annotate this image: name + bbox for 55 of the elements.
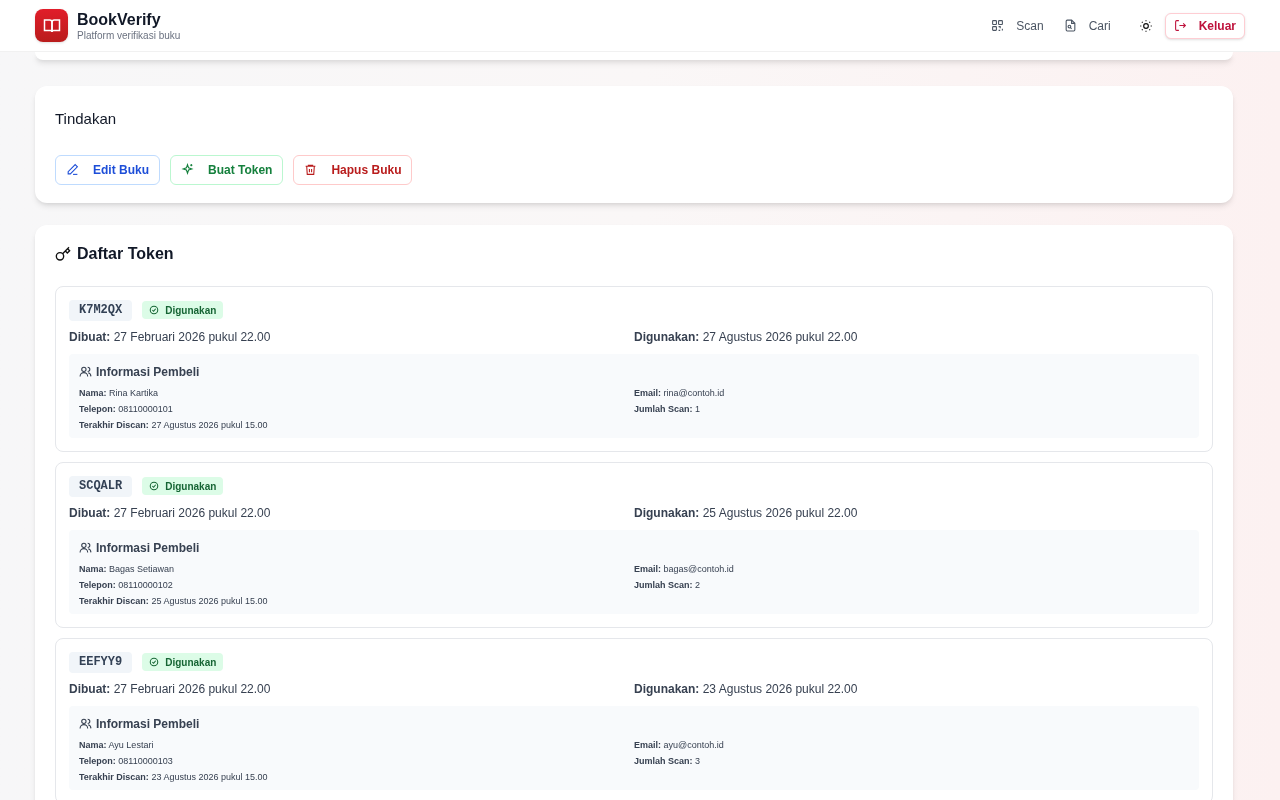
created-date: Dibuat: 27 Februari 2026 pukul 22.00 bbox=[69, 680, 272, 697]
buyer-field: Email: ayu@contoh.id bbox=[634, 738, 1189, 751]
used-date: Digunakan: 23 Agustus 2026 pukul 22.00 bbox=[634, 680, 859, 697]
app-name: BookVerify bbox=[77, 9, 162, 30]
edit-button[interactable]: Edit Buku bbox=[55, 154, 160, 185]
theme-toggle-icon[interactable] bbox=[1138, 18, 1153, 33]
users-icon bbox=[79, 541, 92, 554]
created-date: Dibuat: 27 Februari 2026 pukul 22.00 bbox=[69, 504, 272, 521]
nav-link[interactable]: Cari bbox=[1063, 16, 1111, 35]
buyer-field: Jumlah Scan: 2 bbox=[634, 578, 1189, 591]
status-badge: Digunakan bbox=[142, 301, 224, 319]
create-token-button[interactable]: Buat Token bbox=[170, 154, 284, 185]
buyer-field: Telepon: 08110000102 bbox=[79, 578, 634, 591]
buyer-field: Email: rina@contoh.id bbox=[634, 386, 1189, 399]
key-icon bbox=[55, 245, 71, 262]
app-tagline: Platform verifikasi buku bbox=[77, 29, 181, 42]
buyer-field: Nama: Ayu Lestari bbox=[79, 738, 634, 751]
buyer-field: Terakhir Discan: 23 Agustus 2026 pukul 15.00 bbox=[79, 770, 634, 783]
users-icon bbox=[79, 365, 92, 378]
check-circle-icon bbox=[149, 305, 160, 315]
check-circle-icon bbox=[149, 657, 160, 667]
token-code: K7M2QX bbox=[69, 299, 133, 321]
delete-button[interactable]: Hapus Buku bbox=[293, 154, 413, 185]
buyer-field: Email: bagas@contoh.id bbox=[634, 562, 1189, 575]
scan-icon bbox=[991, 19, 1005, 32]
pencil-icon bbox=[66, 163, 79, 176]
section-title: Daftar Token bbox=[77, 243, 174, 264]
status-badge: Digunakan bbox=[142, 653, 224, 671]
buyer-field: Telepon: 08110000101 bbox=[79, 402, 634, 415]
buyer-field: Terakhir Discan: 25 Agustus 2026 pukul 15.00 bbox=[79, 594, 634, 607]
logout-icon bbox=[1173, 19, 1187, 32]
panel-title: Informasi Pembeli bbox=[96, 715, 200, 733]
token-code: EEFYY9 bbox=[69, 651, 133, 673]
created-date: Dibuat: 27 Februari 2026 pukul 22.00 bbox=[69, 328, 272, 345]
users-icon bbox=[79, 717, 92, 730]
buyer-field: Nama: Bagas Setiawan bbox=[79, 562, 634, 575]
buyer-field: Nama: Rina Kartika bbox=[79, 386, 634, 399]
file-search-icon bbox=[1063, 19, 1077, 32]
logout-button[interactable]: Keluar bbox=[1164, 12, 1245, 39]
trash-icon bbox=[304, 163, 318, 176]
section-title: Tindakan bbox=[55, 109, 118, 129]
buyer-field: Telepon: 08110000103 bbox=[79, 754, 634, 767]
panel-title: Informasi Pembeli bbox=[96, 539, 200, 557]
sparkle-icon bbox=[181, 163, 194, 176]
nav-link[interactable]: Scan bbox=[991, 16, 1044, 35]
logo-icon bbox=[35, 9, 68, 42]
buyer-field: Terakhir Discan: 27 Agustus 2026 pukul 15.00 bbox=[79, 418, 634, 431]
check-circle-icon bbox=[149, 481, 160, 491]
status-badge: Digunakan bbox=[142, 477, 224, 495]
buyer-field: Jumlah Scan: 1 bbox=[634, 402, 1189, 415]
used-date: Digunakan: 27 Agustus 2026 pukul 22.00 bbox=[634, 328, 859, 345]
buyer-field: Jumlah Scan: 3 bbox=[634, 754, 1189, 767]
token-code: SCQALR bbox=[69, 475, 133, 497]
panel-title: Informasi Pembeli bbox=[96, 363, 200, 381]
used-date: Digunakan: 25 Agustus 2026 pukul 22.00 bbox=[634, 504, 859, 521]
